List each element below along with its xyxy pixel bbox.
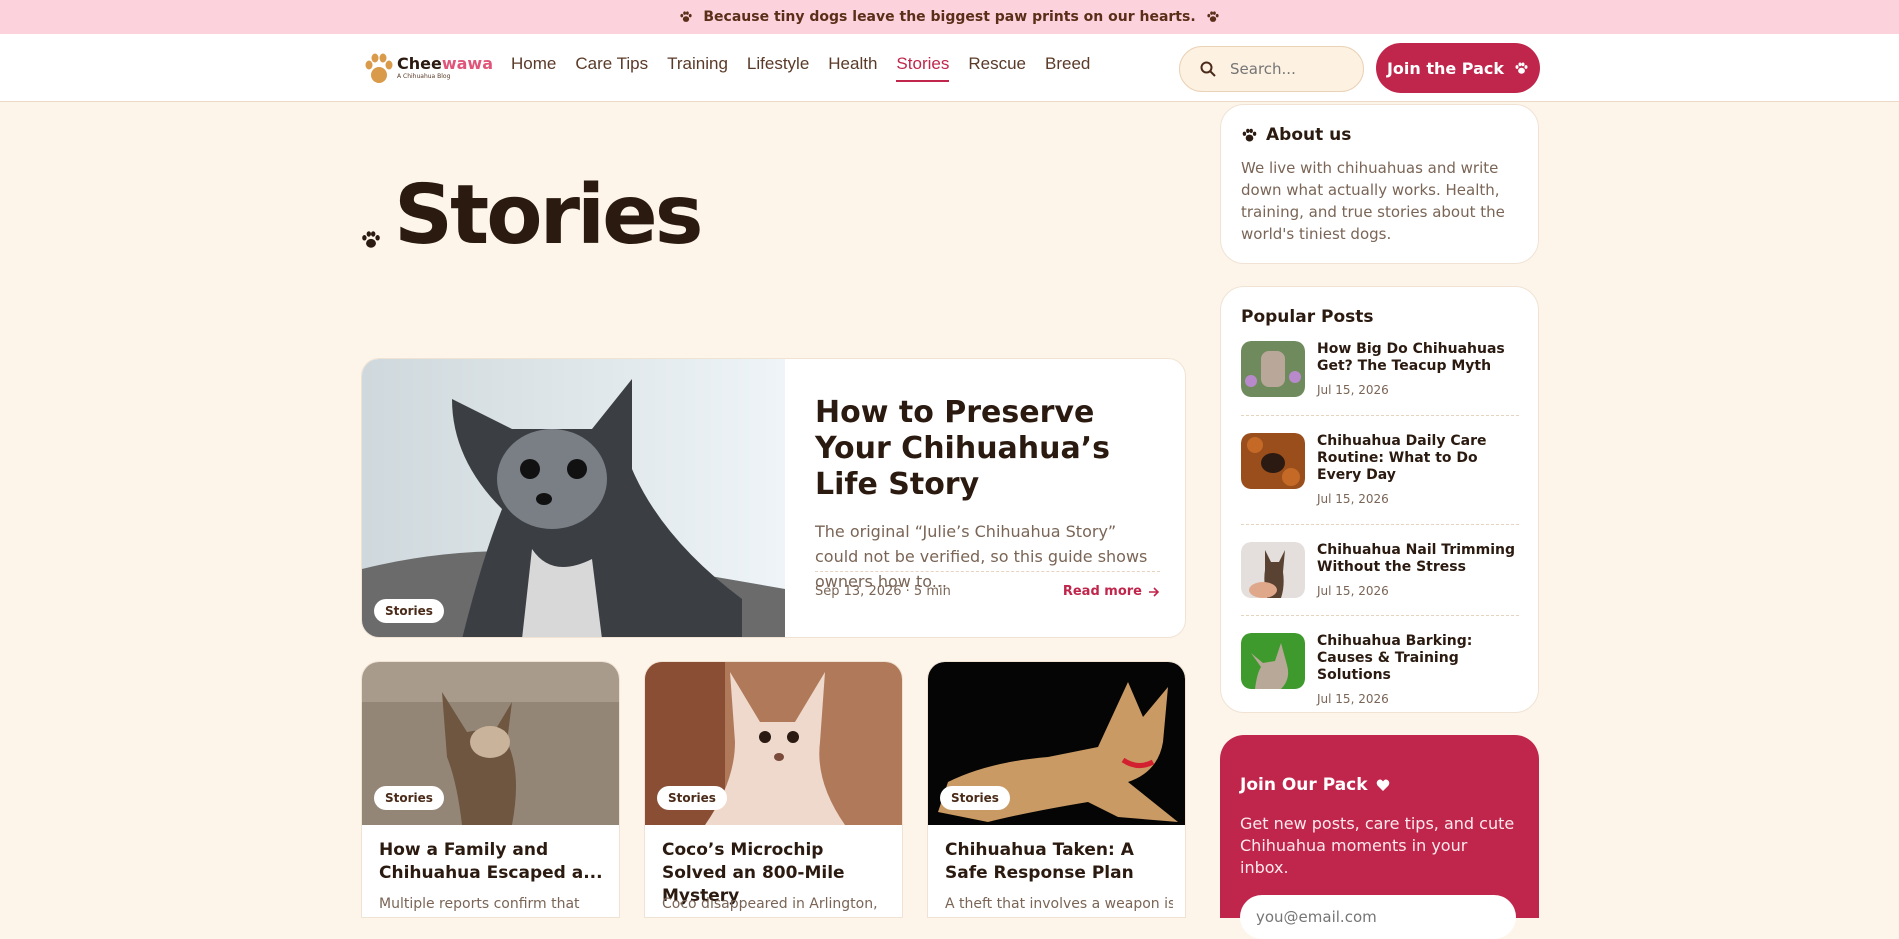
newsletter-widget: Join Our Pack Get new posts, care tips, … xyxy=(1220,735,1539,939)
popular-thumb xyxy=(1241,542,1305,598)
nav-rescue[interactable]: Rescue xyxy=(968,54,1026,82)
nav-home[interactable]: Home xyxy=(511,54,556,82)
category-badge[interactable]: Stories xyxy=(374,786,444,810)
featured-meta: Sep 13, 2026 · 5 min Read more xyxy=(815,571,1160,599)
divider xyxy=(1241,615,1519,616)
popular-thumb xyxy=(1241,433,1305,489)
nav-lifestyle[interactable]: Lifestyle xyxy=(747,54,809,82)
divider xyxy=(1241,524,1519,525)
logo-paw-icon xyxy=(365,53,393,83)
popular-post-title[interactable]: Chihuahua Nail Trimming Without the Stre… xyxy=(1317,542,1519,576)
popular-post-date: Jul 15, 2026 xyxy=(1317,492,1389,506)
nav-training[interactable]: Training xyxy=(667,54,728,82)
popular-post-date: Jul 15, 2026 xyxy=(1317,692,1389,706)
popular-thumb xyxy=(1241,633,1305,689)
read-more-link[interactable]: Read more xyxy=(1063,584,1160,599)
email-field[interactable] xyxy=(1240,895,1516,939)
nav-stories[interactable]: Stories xyxy=(896,54,950,82)
card-excerpt: A theft that involves a weapon is xyxy=(945,896,1173,912)
popular-post-title[interactable]: How Big Do Chihuahuas Get? The Teacup My… xyxy=(1317,341,1519,375)
article-card[interactable]: Stories Chihuahua Taken: A Safe Response… xyxy=(927,661,1186,918)
featured-title[interactable]: How to Preserve Your Chihuahua’s Life St… xyxy=(815,395,1160,503)
card-excerpt: Multiple reports confirm that xyxy=(379,896,580,912)
search-icon xyxy=(1200,61,1216,77)
join-pack-button[interactable]: Join the Pack xyxy=(1376,43,1540,93)
page-title: Stories xyxy=(360,168,704,263)
category-badge[interactable]: Stories xyxy=(374,599,444,623)
popular-post-title[interactable]: Chihuahua Daily Care Routine: What to Do… xyxy=(1317,433,1519,484)
search-input[interactable] xyxy=(1230,60,1340,78)
article-card[interactable]: Stories Coco’s Microchip Solved an 800-M… xyxy=(644,661,903,918)
paw-icon xyxy=(1515,62,1528,74)
paw-icon xyxy=(1242,128,1257,141)
card-excerpt: Coco disappeared in Arlington, xyxy=(662,896,878,912)
join-pack-label: Join the Pack xyxy=(1386,58,1505,78)
nav-breed[interactable]: Breed xyxy=(1045,54,1090,82)
featured-post-card[interactable]: Stories How to Preserve Your Chihuahua’s… xyxy=(361,358,1186,638)
paw-icon xyxy=(680,11,692,22)
category-badge[interactable]: Stories xyxy=(657,786,727,810)
popular-posts-widget: Popular Posts How Big Do Chihuahuas Get?… xyxy=(1220,286,1539,713)
popular-post-date: Jul 15, 2026 xyxy=(1317,584,1389,598)
divider xyxy=(1241,415,1519,416)
article-card[interactable]: Stories How a Family and Chihuahua Escap… xyxy=(361,661,620,918)
nav-care-tips[interactable]: Care Tips xyxy=(575,54,648,82)
popular-post-item[interactable]: How Big Do Chihuahuas Get? The Teacup My… xyxy=(1241,341,1519,397)
announcement-text: Because tiny dogs leave the biggest paw … xyxy=(703,9,1196,25)
arrow-right-icon xyxy=(1149,586,1160,597)
announcement-bar: Because tiny dogs leave the biggest paw … xyxy=(0,0,1899,34)
popular-post-item[interactable]: Chihuahua Barking: Causes & Training Sol… xyxy=(1241,633,1519,706)
page-heading: Stories xyxy=(394,168,704,263)
paw-icon xyxy=(1207,11,1219,22)
logo-name: Cheewawa xyxy=(397,54,493,73)
category-badge[interactable]: Stories xyxy=(940,786,1010,810)
nav-health[interactable]: Health xyxy=(828,54,877,82)
newsletter-title: Join Our Pack xyxy=(1240,775,1368,795)
newsletter-text: Get new posts, care tips, and cute Chihu… xyxy=(1240,814,1515,877)
about-title: About us xyxy=(1266,125,1352,145)
featured-photo xyxy=(362,359,785,637)
main-nav: Home Care Tips Training Lifestyle Health… xyxy=(511,54,1090,82)
search-box xyxy=(1179,46,1364,92)
site-logo[interactable]: Cheewawa A Chihuahua Blog xyxy=(365,52,493,84)
popular-post-title[interactable]: Chihuahua Barking: Causes & Training Sol… xyxy=(1317,633,1519,684)
featured-date: Sep 13, 2026 · 5 min xyxy=(815,584,951,599)
card-title[interactable]: How a Family and Chihuahua Escaped a... xyxy=(379,839,607,885)
card-title[interactable]: Chihuahua Taken: A Safe Response Plan xyxy=(945,839,1173,885)
logo-tagline: A Chihuahua Blog xyxy=(397,73,451,80)
popular-thumb xyxy=(1241,341,1305,397)
popular-post-item[interactable]: Chihuahua Daily Care Routine: What to Do… xyxy=(1241,433,1519,506)
popular-post-date: Jul 15, 2026 xyxy=(1317,383,1389,397)
popular-post-item[interactable]: Chihuahua Nail Trimming Without the Stre… xyxy=(1241,542,1519,598)
site-header: Cheewawa A Chihuahua Blog Home Care Tips… xyxy=(0,34,1899,102)
paw-icon xyxy=(362,231,380,248)
heart-icon xyxy=(1376,779,1389,791)
popular-title: Popular Posts xyxy=(1241,307,1374,327)
about-text: We live with chihuahuas and write down w… xyxy=(1241,159,1505,243)
about-widget: About us We live with chihuahuas and wri… xyxy=(1220,104,1539,264)
